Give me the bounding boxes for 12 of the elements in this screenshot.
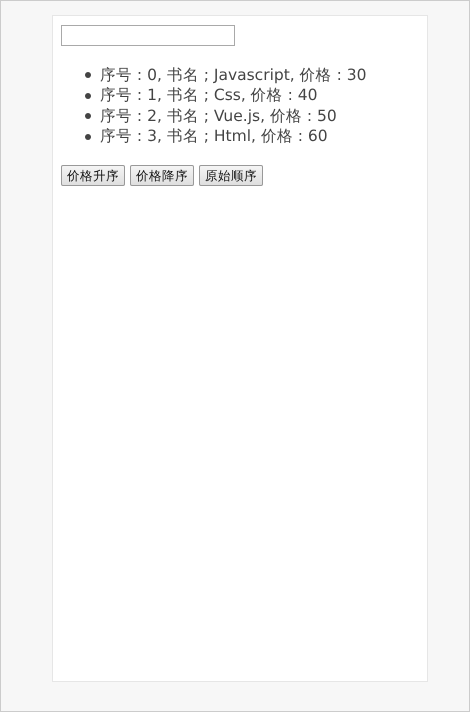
- input-field[interactable]: [61, 25, 235, 46]
- book-item: 序号 : 3, 书名 ; Html, 价格 : 60: [100, 126, 328, 148]
- sort-button[interactable]: 价格降序: [130, 165, 194, 186]
- sort-button[interactable]: 原始顺序: [199, 165, 263, 186]
- book-item: 序号 : 1, 书名 ; Css, 价格 : 40: [100, 85, 318, 106]
- bullet-icon: [85, 113, 91, 120]
- book-item: 序号 : 0, 书名 ; Javascript, 价格 : 30: [100, 64, 366, 86]
- bullet-icon: [85, 72, 91, 78]
- bullet-icon: [85, 92, 91, 99]
- bullet-icon: [85, 134, 91, 140]
- book-item: 序号 : 2, 书名 ; Vue.js, 价格 : 50: [100, 106, 337, 127]
- sort-button[interactable]: 价格升序: [61, 165, 125, 186]
